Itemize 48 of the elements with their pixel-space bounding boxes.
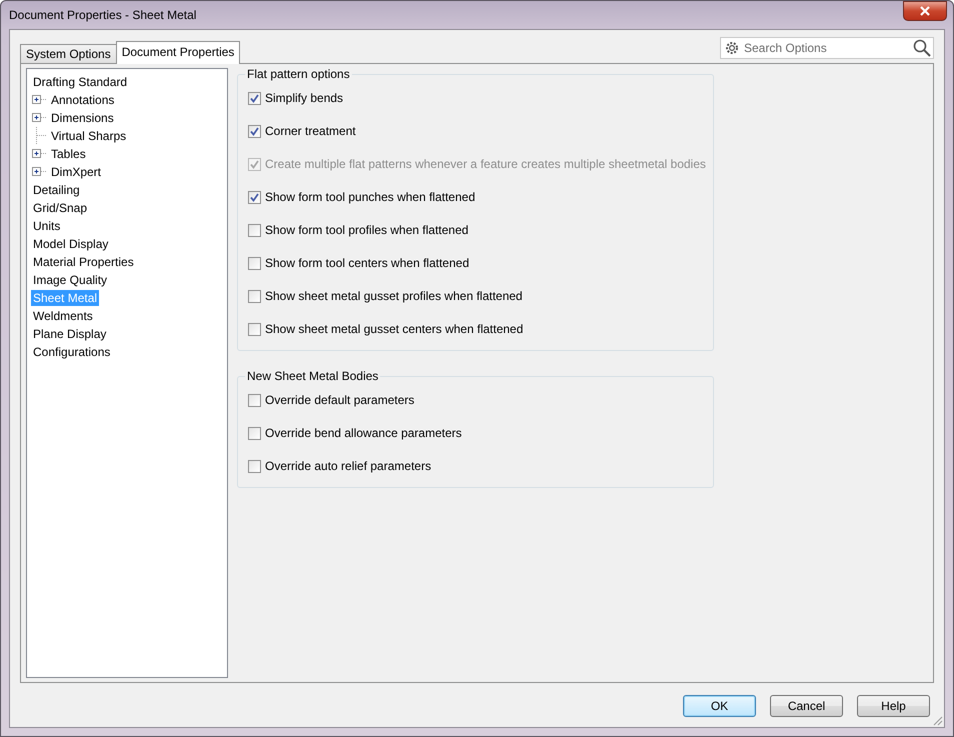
close-icon: [919, 6, 931, 16]
checkbox[interactable]: [248, 426, 261, 440]
checkbox[interactable]: [248, 322, 261, 336]
dialog-button[interactable]: Help: [857, 695, 930, 717]
tree-item[interactable]: Model Display: [31, 236, 110, 252]
checkbox-label[interactable]: Override auto relief parameters: [265, 459, 432, 473]
checkbox[interactable]: [248, 190, 261, 204]
resize-grip-icon[interactable]: [931, 714, 943, 726]
checkbox[interactable]: [248, 290, 261, 302]
tree-item[interactable]: Material Properties: [31, 254, 136, 270]
checkbox[interactable]: [248, 92, 261, 104]
tree-item[interactable]: Tables: [49, 146, 88, 162]
tree-item[interactable]: Weldments: [31, 308, 95, 324]
tree-item[interactable]: DimXpert: [49, 164, 104, 180]
checkbox-label[interactable]: Show sheet metal gusset profiles when flattened: [265, 289, 522, 303]
tree-item[interactable]: Grid/Snap: [31, 200, 90, 216]
checkbox-label[interactable]: Corner treatment: [265, 124, 356, 138]
tab[interactable]: Document Properties: [116, 41, 240, 64]
tree-item[interactable]: Annotations: [49, 92, 116, 108]
tree-item[interactable]: Image Quality: [31, 272, 110, 288]
checkbox-label[interactable]: Show form tool centers when flattened: [265, 256, 470, 270]
tree-item[interactable]: Units: [31, 218, 62, 234]
checkbox[interactable]: [248, 124, 261, 138]
tree-item[interactable]: Configurations: [31, 344, 112, 360]
dialog-button[interactable]: OK: [683, 695, 756, 717]
group-title: New Sheet Metal Bodies: [245, 369, 380, 383]
tree-item[interactable]: Dimensions: [49, 110, 116, 126]
checkbox[interactable]: [248, 256, 261, 270]
checkbox[interactable]: [248, 394, 261, 406]
tab[interactable]: System Options: [20, 44, 117, 63]
tree-item[interactable]: Drafting Standard: [31, 74, 130, 90]
checkbox-label[interactable]: Override bend allowance parameters: [265, 426, 462, 440]
group-title: Flat pattern options: [245, 67, 352, 81]
search-field[interactable]: Search Options: [720, 37, 934, 59]
checkbox-label[interactable]: Show form tool punches when flattened: [265, 190, 476, 204]
checkbox-label[interactable]: Override default parameters: [265, 393, 414, 407]
checkbox-label[interactable]: Show form tool profiles when flattened: [265, 223, 468, 237]
checkbox[interactable]: [248, 224, 261, 236]
tree-item[interactable]: Detailing: [31, 182, 82, 198]
window-title: Document Properties - Sheet Metal: [9, 8, 196, 22]
close-button[interactable]: [903, 1, 947, 21]
checkbox-label[interactable]: Simplify bends: [265, 91, 344, 105]
checkbox[interactable]: [248, 460, 261, 472]
search-icon[interactable]: [913, 39, 931, 57]
tree-item[interactable]: Plane Display: [31, 326, 108, 342]
dialog-button[interactable]: Cancel: [770, 695, 843, 717]
checkbox-label[interactable]: Show sheet metal gusset centers when flattened: [265, 322, 524, 336]
tree-item[interactable]: Virtual Sharps: [49, 128, 128, 144]
